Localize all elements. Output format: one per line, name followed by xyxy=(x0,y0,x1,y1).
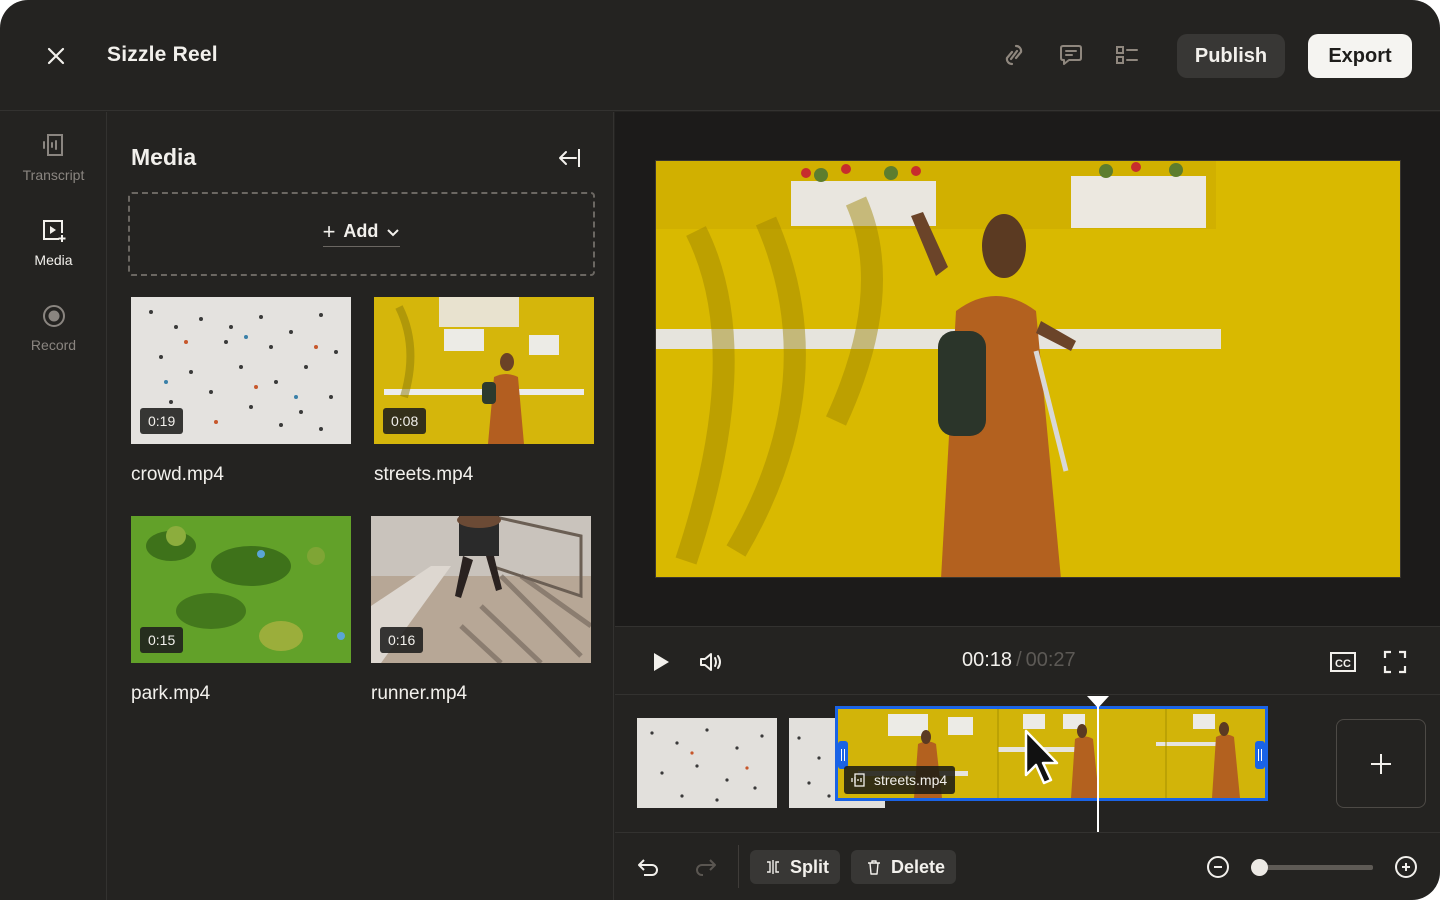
comment-icon xyxy=(1060,45,1082,65)
media-item-streets[interactable]: 0:08 streets.mp4 xyxy=(374,297,594,486)
add-clip-button[interactable] xyxy=(1336,719,1426,808)
editing-toolbar: Split Delete xyxy=(615,832,1440,900)
close-icon xyxy=(47,47,65,65)
zoom-in-button[interactable] xyxy=(1393,854,1419,880)
video-image xyxy=(656,161,1400,577)
undo-button[interactable] xyxy=(636,854,662,880)
redo-icon xyxy=(696,859,716,876)
rail-item-media[interactable]: Media xyxy=(0,217,107,287)
media-dropzone[interactable]: + Add xyxy=(128,192,595,276)
rail-item-record[interactable]: Record xyxy=(0,302,107,372)
media-item-name: runner.mp4 xyxy=(371,683,468,704)
checklist-button[interactable] xyxy=(1112,40,1142,70)
zoom-out-button[interactable] xyxy=(1205,854,1231,880)
playback-controls: 00:18/00:27 CC xyxy=(615,626,1440,695)
copy-link-button[interactable] xyxy=(999,40,1029,70)
link-icon xyxy=(1005,44,1023,66)
transcript-icon xyxy=(851,773,865,787)
fullscreen-icon xyxy=(1383,650,1407,674)
media-item-park[interactable]: 0:15 park.mp4 xyxy=(131,516,351,705)
publish-button[interactable]: Publish xyxy=(1177,34,1285,78)
timecode: 00:18/00:27 xyxy=(962,649,1076,672)
trim-handle-left[interactable] xyxy=(838,741,848,769)
media-panel: Media + Add 0:19 crowd.mp4 0:08 streets.… xyxy=(108,112,614,900)
timeline-clip-crowd[interactable] xyxy=(637,718,777,808)
duration-badge: 0:16 xyxy=(380,627,424,653)
delete-button[interactable]: Delete xyxy=(851,850,957,884)
zoom-out-icon xyxy=(1207,856,1229,878)
media-item-name: streets.mp4 xyxy=(374,464,474,485)
split-label: Split xyxy=(790,856,829,877)
play-icon xyxy=(654,653,669,671)
clip-label: streets.mp4 xyxy=(844,766,956,794)
playhead[interactable] xyxy=(1097,696,1099,832)
split-icon xyxy=(767,860,779,874)
captions-button[interactable]: CC xyxy=(1330,649,1356,675)
app-window: Sizzle Reel Publish Export Transcript Me… xyxy=(0,0,1440,900)
total-time: 00:27 xyxy=(1025,649,1076,671)
delete-label: Delete xyxy=(891,856,946,877)
toolbar-divider xyxy=(738,845,739,888)
video-preview-area xyxy=(615,112,1440,626)
media-item-crowd[interactable]: 0:19 crowd.mp4 xyxy=(131,297,351,486)
left-rail: Transcript Media Record xyxy=(0,112,107,900)
media-thumbnail: 0:15 xyxy=(131,516,351,663)
header: Sizzle Reel Publish Export xyxy=(0,0,1440,111)
undo-icon xyxy=(638,859,658,876)
media-item-runner[interactable]: 0:16 runner.mp4 xyxy=(371,516,591,705)
checklist-icon xyxy=(1116,46,1138,64)
export-button[interactable]: Export xyxy=(1308,34,1412,78)
timeline: streets.mp4 xyxy=(615,696,1440,832)
transcript-icon xyxy=(42,134,63,156)
redo-button[interactable] xyxy=(692,854,718,880)
zoom-in-icon xyxy=(1395,856,1417,878)
media-item-name: crowd.mp4 xyxy=(131,464,224,485)
rail-item-label: Record xyxy=(30,337,77,353)
current-time: 00:18 xyxy=(962,649,1013,671)
rail-item-label: Transcript xyxy=(22,167,85,183)
comments-button[interactable] xyxy=(1056,40,1086,70)
trash-icon xyxy=(868,860,880,875)
media-thumbnail: 0:19 xyxy=(131,297,351,444)
plus-icon: + xyxy=(322,218,336,244)
fullscreen-button[interactable] xyxy=(1382,649,1408,675)
collapse-panel-button[interactable] xyxy=(556,144,584,172)
close-button[interactable] xyxy=(40,40,72,72)
rail-item-transcript[interactable]: Transcript xyxy=(0,132,107,202)
chevron-down-icon xyxy=(387,228,400,236)
media-thumbnail: 0:16 xyxy=(371,516,591,663)
media-item-name: park.mp4 xyxy=(131,683,211,704)
duration-badge: 0:08 xyxy=(383,408,427,434)
clip-name: streets.mp4 xyxy=(874,772,948,788)
clip-thumbnail xyxy=(650,728,764,802)
timeline-clip-streets-selected[interactable]: streets.mp4 xyxy=(835,706,1268,801)
zoom-slider-track[interactable] xyxy=(1258,865,1373,870)
rail-item-label: Media xyxy=(34,252,73,268)
project-title[interactable]: Sizzle Reel xyxy=(107,43,218,67)
volume-button[interactable] xyxy=(698,649,724,675)
time-separator: / xyxy=(1016,649,1022,671)
add-media-button[interactable]: + Add xyxy=(322,218,401,247)
duration-badge: 0:15 xyxy=(140,627,184,653)
play-button[interactable] xyxy=(648,649,674,675)
svg-text:CC: CC xyxy=(1335,658,1351,670)
plus-icon xyxy=(1371,753,1391,774)
media-panel-title: Media xyxy=(131,144,197,170)
captions-icon: CC xyxy=(1330,652,1356,672)
duration-badge: 0:19 xyxy=(140,408,184,434)
add-label: Add xyxy=(343,221,379,241)
media-thumbnail: 0:08 xyxy=(374,297,594,444)
zoom-slider-thumb[interactable] xyxy=(1251,859,1268,876)
video-frame[interactable] xyxy=(655,160,1401,578)
trim-handle-right[interactable] xyxy=(1255,741,1265,769)
volume-icon xyxy=(700,653,721,671)
record-icon xyxy=(42,305,65,327)
collapse-left-icon xyxy=(559,149,580,167)
media-add-icon xyxy=(42,220,65,242)
split-button[interactable]: Split xyxy=(750,850,840,884)
